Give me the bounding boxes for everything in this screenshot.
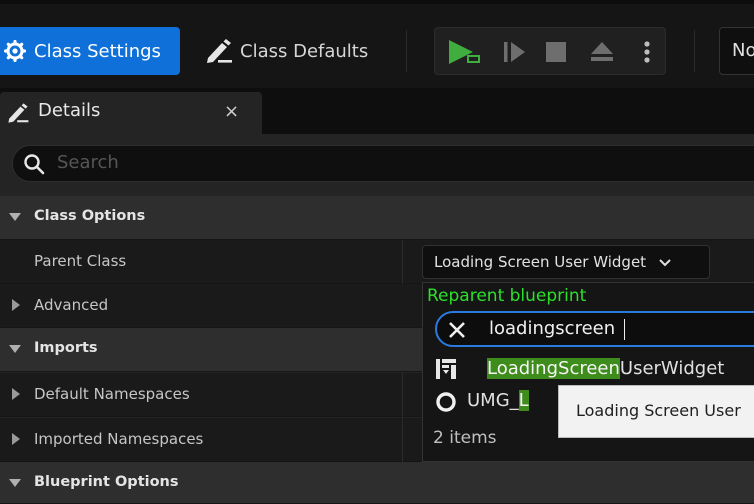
search-placeholder: Search (57, 152, 119, 173)
column-divider[interactable] (402, 240, 403, 284)
close-icon[interactable]: × (224, 101, 239, 122)
tooltip: Loading Screen User (558, 385, 754, 438)
stop-icon[interactable] (545, 41, 567, 67)
expand-arrow-icon[interactable] (12, 433, 20, 445)
category-class-options[interactable]: Class Options (0, 196, 754, 240)
more-icon[interactable] (643, 40, 651, 68)
step-icon[interactable] (503, 40, 527, 68)
debug-object-dropdown[interactable]: No (719, 27, 754, 75)
class-defaults-label: Class Defaults (240, 40, 369, 62)
search-input[interactable]: Search (12, 145, 754, 182)
parent-class-combo[interactable]: Loading Screen User Widget (422, 245, 710, 279)
eject-icon[interactable] (589, 40, 615, 68)
match-highlight: LoadingScreen (487, 358, 620, 379)
class-settings-button[interactable]: Class Settings (0, 27, 180, 75)
class-defaults-button[interactable]: Class Defaults (204, 27, 392, 75)
class-settings-label: Class Settings (34, 40, 161, 62)
play-controls (434, 27, 666, 75)
class-circle-icon (435, 391, 457, 418)
toolbar-separator (694, 30, 695, 72)
pencil-icon (6, 102, 30, 128)
items-count: 2 items (433, 428, 497, 448)
category-label: Class Options (34, 208, 146, 224)
expand-arrow-icon[interactable] (9, 213, 21, 221)
widget-class-icon (435, 358, 457, 385)
category-blueprint-options[interactable]: Blueprint Options (0, 462, 754, 504)
clear-icon[interactable] (447, 320, 467, 344)
class-name: LoadingScreenUserWidget (487, 358, 724, 379)
tooltip-text: Loading Screen User (576, 401, 741, 420)
expand-arrow-icon[interactable] (9, 345, 21, 353)
chevron-down-icon (659, 247, 671, 279)
search-icon (23, 153, 45, 179)
class-name: UMG_L (467, 390, 529, 411)
column-divider[interactable] (402, 373, 403, 417)
property-label: Default Namespaces (34, 385, 190, 403)
tab-details-label: Details (38, 100, 101, 121)
play-icon[interactable] (447, 39, 483, 69)
class-list-item[interactable]: LoadingScreenUserWidget (423, 355, 754, 385)
pencil-icon (204, 38, 234, 64)
column-divider[interactable] (402, 418, 403, 462)
reparent-search-input[interactable]: loadingscreen (435, 311, 754, 347)
reparent-search-value: loadingscreen (489, 318, 616, 339)
gear-icon (4, 40, 26, 62)
class-name-rest: UserWidget (619, 358, 725, 379)
match-highlight: L (518, 390, 529, 411)
text-caret (624, 319, 625, 340)
category-label: Imports (34, 340, 98, 356)
popup-title: Reparent blueprint (427, 286, 587, 306)
expand-arrow-icon[interactable] (9, 479, 21, 487)
property-label: Imported Namespaces (34, 430, 204, 448)
toolbar-top-strip (0, 0, 754, 4)
property-label: Parent Class (34, 252, 127, 270)
expand-arrow-icon[interactable] (12, 299, 20, 311)
parent-class-value: Loading Screen User Widget (434, 253, 647, 271)
property-label: Advanced (34, 296, 109, 314)
tab-details[interactable]: Details × (0, 92, 262, 134)
class-name-prefix: UMG_ (467, 390, 519, 411)
expand-arrow-icon[interactable] (12, 388, 20, 400)
category-label: Blueprint Options (34, 474, 179, 490)
toolbar-separator (406, 30, 407, 72)
